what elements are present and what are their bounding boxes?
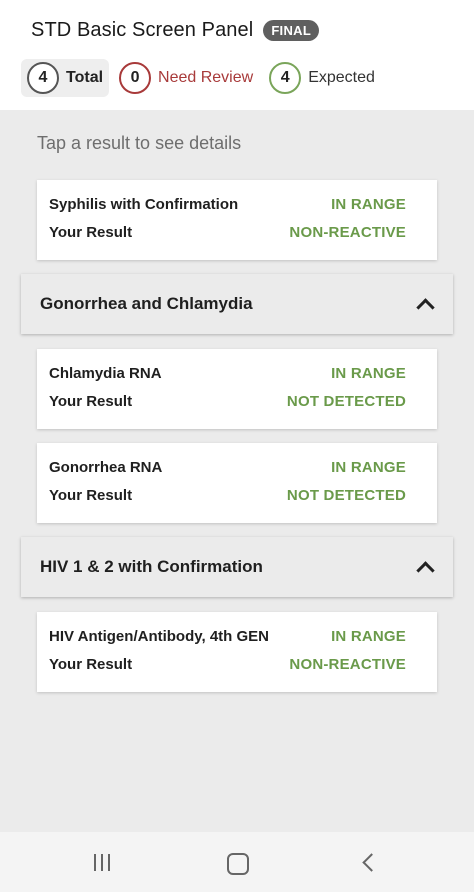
test-name: Gonorrhea RNA xyxy=(49,459,163,476)
expected-label: Expected xyxy=(308,69,375,86)
group-title: HIV 1 & 2 with Confirmation xyxy=(40,557,263,576)
total-label: Total xyxy=(66,69,104,86)
system-nav-bar xyxy=(0,832,474,892)
total-count: 4 xyxy=(27,62,59,94)
result-card-syphilis[interactable]: Syphilis with Confirmation IN RANGE Your… xyxy=(37,180,437,260)
result-value: NOT DETECTED xyxy=(286,393,406,410)
result-value: NON-REACTIVE xyxy=(289,224,406,241)
need-review-label: Need Review xyxy=(158,69,254,86)
result-value: NOT DETECTED xyxy=(286,487,406,504)
your-result-label: Your Result xyxy=(49,656,133,673)
need-review-count: 0 xyxy=(119,62,152,94)
your-result-label: Your Result xyxy=(49,393,133,410)
back-icon[interactable] xyxy=(355,850,385,876)
summary-filters: 4 Total 0 Need Review 4 Expected xyxy=(21,58,385,98)
filter-expected[interactable]: 4 Expected xyxy=(263,59,381,97)
status-badge: FINAL xyxy=(263,20,320,41)
app-header: STD Basic Screen Panel FINAL 4 Total 0 N… xyxy=(0,0,474,110)
result-card-hiv[interactable]: HIV Antigen/Antibody, 4th GEN IN RANGE Y… xyxy=(37,612,437,692)
range-status: IN RANGE xyxy=(331,196,406,213)
your-result-label: Your Result xyxy=(49,487,133,504)
result-card-chlamydia[interactable]: Chlamydia RNA IN RANGE Your Result NOT D… xyxy=(37,349,437,429)
chevron-up-icon[interactable] xyxy=(416,295,434,313)
title-row: STD Basic Screen Panel FINAL xyxy=(31,19,320,42)
instruction-text: Tap a result to see details xyxy=(37,133,242,153)
expected-count: 4 xyxy=(269,62,302,94)
range-status: IN RANGE xyxy=(331,365,406,382)
test-name: Syphilis with Confirmation xyxy=(49,196,239,213)
test-name: HIV Antigen/Antibody, 4th GEN xyxy=(49,628,269,645)
group-header-gonorrhea-chlamydia[interactable]: Gonorrhea and Chlamydia xyxy=(21,274,453,334)
result-value: NON-REACTIVE xyxy=(289,656,406,673)
chevron-up-icon[interactable] xyxy=(416,558,434,576)
result-card-gonorrhea[interactable]: Gonorrhea RNA IN RANGE Your Result NOT D… xyxy=(37,443,437,523)
your-result-label: Your Result xyxy=(49,224,133,241)
range-status: IN RANGE xyxy=(331,459,406,476)
filter-need-review[interactable]: 0 Need Review xyxy=(113,59,259,97)
page-title: STD Basic Screen Panel xyxy=(31,19,254,41)
home-icon[interactable] xyxy=(222,850,252,876)
group-title: Gonorrhea and Chlamydia xyxy=(40,294,253,313)
recents-icon[interactable] xyxy=(88,850,118,876)
range-status: IN RANGE xyxy=(331,628,406,645)
filter-total[interactable]: 4 Total xyxy=(21,59,110,97)
group-header-hiv[interactable]: HIV 1 & 2 with Confirmation xyxy=(21,537,453,597)
test-name: Chlamydia RNA xyxy=(49,365,162,382)
